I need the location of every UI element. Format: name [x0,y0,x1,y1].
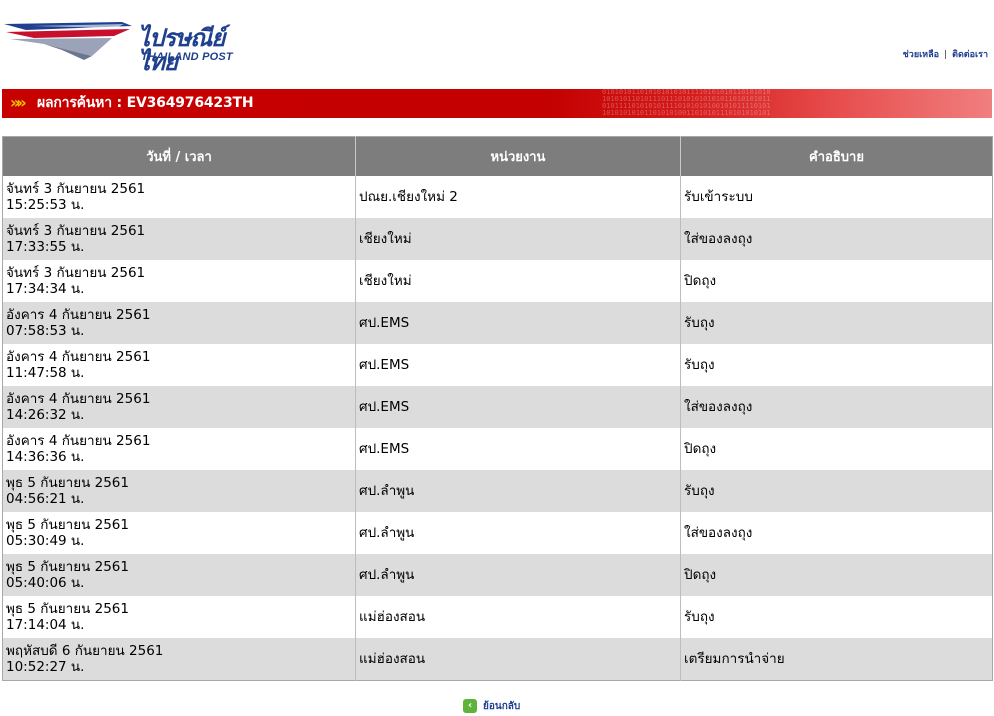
table-row: จันทร์ 3 กันยายน 2561 15:25:53 น. ปณย.เชี… [2,176,993,218]
cell-office: ศป.ลำพูน [355,470,681,512]
row-time: 04:56:21 น. [6,491,85,507]
cell-office: ศป.EMS [355,428,681,470]
cell-description: ปิดถุง [680,554,993,596]
cell-office: ปณย.เชียงใหม่ 2 [355,176,681,218]
table-row: จันทร์ 3 กันยายน 2561 17:34:34 น. เชียงให… [2,260,993,302]
row-time: 05:30:49 น. [6,533,85,549]
thailand-post-logo[interactable]: ไปรษณีย์ไทย THAILAND POST [4,12,254,74]
row-date: จันทร์ 3 กันยายน 2561 [6,265,146,281]
row-date: พฤหัสบดี 6 กันยายน 2561 [6,643,164,659]
table-header-row: วันที่ / เวลา หน่วยงาน คำอธิบาย [2,136,993,176]
page-header: ไปรษณีย์ไทย THAILAND POST ช่วยเหลือ | ติดต… [0,0,994,88]
row-date: จันทร์ 3 กันยายน 2561 [6,181,146,197]
table-row: พฤหัสบดี 6 กันยายน 2561 10:52:27 น. แม่ฮ่… [2,638,993,681]
row-date: อังคาร 4 กันยายน 2561 [6,349,151,365]
row-time: 17:14:04 น. [6,617,85,633]
cell-office: ศป.EMS [355,386,681,428]
row-date: พุธ 5 กันยายน 2561 [6,601,129,617]
row-time: 17:33:55 น. [6,239,85,255]
cell-datetime: อังคาร 4 กันยายน 2561 07:58:53 น. [2,302,356,344]
row-time: 11:47:58 น. [6,365,85,381]
cell-datetime: พุธ 5 กันยายน 2561 05:30:49 น. [2,512,356,554]
cell-datetime: พุธ 5 กันยายน 2561 17:14:04 น. [2,596,356,638]
row-date: พุธ 5 กันยายน 2561 [6,475,129,491]
cell-datetime: อังคาร 4 กันยายน 2561 14:36:36 น. [2,428,356,470]
binary-decoration: 0101010110101010101011110101010110101010… [602,89,771,117]
header-datetime: วันที่ / เวลา [2,136,356,176]
cell-datetime: จันทร์ 3 กันยายน 2561 15:25:53 น. [2,176,356,218]
logo-wing-icon [4,22,132,60]
help-link[interactable]: ช่วยเหลือ [903,50,939,60]
logo-english-text: THAILAND POST [141,51,233,63]
row-time: 07:58:53 น. [6,323,85,339]
cell-description: รับเข้าระบบ [680,176,993,218]
cell-description: ปิดถุง [680,428,993,470]
cell-description: รับถุง [680,344,993,386]
tracking-rows: จันทร์ 3 กันยายน 2561 15:25:53 น. ปณย.เชี… [2,176,993,681]
row-date: อังคาร 4 กันยายน 2561 [6,433,151,449]
table-row: อังคาร 4 กันยายน 2561 07:58:53 น. ศป.EMS … [2,302,993,344]
header-description: คำอธิบาย [680,136,993,176]
cell-office: ศป.ลำพูน [355,554,681,596]
link-separator: | [944,50,948,60]
double-arrow-icon: »» [10,93,27,112]
table-row: พุธ 5 กันยายน 2561 04:56:21 น. ศป.ลำพูน ร… [2,470,993,512]
row-time: 05:40:06 น. [6,575,85,591]
cell-office: แม่ฮ่องสอน [355,596,681,638]
cell-office: เชียงใหม่ [355,260,681,302]
cell-datetime: อังคาร 4 กันยายน 2561 11:47:58 น. [2,344,356,386]
table-row: พุธ 5 กันยายน 2561 17:14:04 น. แม่ฮ่องสอน… [2,596,993,638]
cell-office: ศป.ลำพูน [355,512,681,554]
table-row: พุธ 5 กันยายน 2561 05:40:06 น. ศป.ลำพูน ป… [2,554,993,596]
top-links: ช่วยเหลือ | ติดต่อเรา [903,47,988,61]
back-label: ย้อนกลับ [483,700,521,712]
logo-thai-text: ไปรษณีย์ไทย [138,23,225,76]
cell-datetime: จันทร์ 3 กันยายน 2561 17:34:34 น. [2,260,356,302]
cell-datetime: พุธ 5 กันยายน 2561 04:56:21 น. [2,470,356,512]
cell-description: ปิดถุง [680,260,993,302]
table-row: อังคาร 4 กันยายน 2561 14:36:36 น. ศป.EMS … [2,428,993,470]
row-time: 17:34:34 น. [6,281,85,297]
cell-description: ใส่ของลงถุง [680,218,993,260]
table-row: จันทร์ 3 กันยายน 2561 17:33:55 น. เชียงให… [2,218,993,260]
cell-office: เชียงใหม่ [355,218,681,260]
row-date: พุธ 5 กันยายน 2561 [6,559,129,575]
cell-office: แม่ฮ่องสอน [355,638,681,681]
cell-description: เตรียมการนำจ่าย [680,638,993,681]
row-date: อังคาร 4 กันยายน 2561 [6,391,151,407]
back-button[interactable]: ‹ ย้อนกลับ [463,698,520,714]
cell-description: ใส่ของลงถุง [680,512,993,554]
cell-description: ใส่ของลงถุง [680,386,993,428]
search-result-title: ผลการค้นหา : EV364976423TH [37,95,254,111]
row-time: 10:52:27 น. [6,659,85,675]
row-date: พุธ 5 กันยายน 2561 [6,517,129,533]
tracking-table: วันที่ / เวลา หน่วยงาน คำอธิบาย จันทร์ 3… [2,136,993,681]
row-date: จันทร์ 3 กันยายน 2561 [6,223,146,239]
cell-datetime: อังคาร 4 กันยายน 2561 14:26:32 น. [2,386,356,428]
search-result-banner: 0101010110101010101011110101010110101010… [2,89,992,118]
table-row: พุธ 5 กันยายน 2561 05:30:49 น. ศป.ลำพูน ใ… [2,512,993,554]
back-arrow-icon: ‹ [463,699,477,713]
row-time: 14:26:32 น. [6,407,85,423]
contact-link[interactable]: ติดต่อเรา [952,50,988,60]
table-row: อังคาร 4 กันยายน 2561 11:47:58 น. ศป.EMS … [2,344,993,386]
cell-office: ศป.EMS [355,344,681,386]
row-time: 15:25:53 น. [6,197,85,213]
cell-description: รับถุง [680,302,993,344]
cell-datetime: พุธ 5 กันยายน 2561 05:40:06 น. [2,554,356,596]
cell-description: รับถุง [680,470,993,512]
cell-datetime: จันทร์ 3 กันยายน 2561 17:33:55 น. [2,218,356,260]
cell-office: ศป.EMS [355,302,681,344]
cell-description: รับถุง [680,596,993,638]
row-date: อังคาร 4 กันยายน 2561 [6,307,151,323]
header-office: หน่วยงาน [355,136,681,176]
row-time: 14:36:36 น. [6,449,85,465]
table-row: อังคาร 4 กันยายน 2561 14:26:32 น. ศป.EMS … [2,386,993,428]
cell-datetime: พฤหัสบดี 6 กันยายน 2561 10:52:27 น. [2,638,356,681]
